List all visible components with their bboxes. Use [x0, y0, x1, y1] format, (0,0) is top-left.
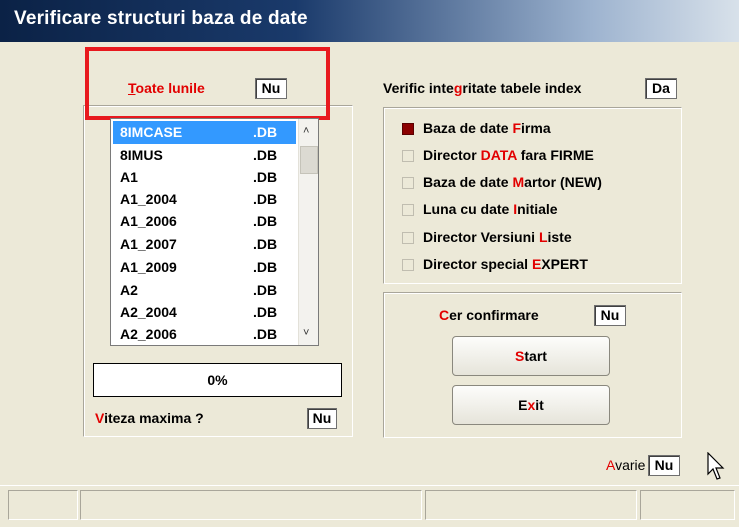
- title-bar: Verificare structuri baza de date: [0, 0, 739, 42]
- checkbox[interactable]: [402, 177, 414, 189]
- cer-confirmare-toggle[interactable]: Nu: [594, 305, 626, 326]
- integritate-toggle[interactable]: Da: [645, 78, 677, 99]
- option-label: Director special EXPERT: [423, 256, 588, 272]
- list-item[interactable]: A1_2007 .DB: [113, 233, 296, 256]
- checkbox[interactable]: [402, 204, 414, 216]
- status-segment: [640, 490, 735, 520]
- file-ext: .DB: [253, 213, 278, 229]
- option-hotkey: E: [531, 256, 542, 272]
- window-title: Verificare structuri baza de date: [14, 8, 308, 29]
- file-list[interactable]: 8IMCASE .DB 8IMUS .DB A1 .DB A1_2004 .DB A1_…: [110, 118, 319, 346]
- mouse-cursor-icon: [707, 452, 725, 480]
- viteza-rest: iteza maxima ?: [104, 410, 204, 426]
- file-ext: .DB: [253, 304, 278, 320]
- file-ext: .DB: [253, 147, 278, 163]
- option-post: nitiale: [517, 201, 558, 217]
- progress-box: 0%: [93, 363, 342, 397]
- list-item[interactable]: A1_2006 .DB: [113, 210, 296, 233]
- exit-post: it: [535, 397, 544, 413]
- option-label: Baza de date Martor (NEW): [423, 174, 602, 190]
- option-hotkey: F: [512, 120, 522, 136]
- option-hotkey: DATA: [480, 147, 517, 163]
- scroll-up-icon[interactable]: ˄: [303, 125, 309, 137]
- file-name: 8IMUS: [120, 147, 163, 163]
- checkbox-checked[interactable]: [402, 123, 414, 135]
- option-post: iste: [547, 229, 572, 245]
- file-ext: .DB: [253, 259, 278, 275]
- integritate-pre: Verific inte: [383, 80, 454, 96]
- file-ext: .DB: [253, 169, 278, 185]
- exit-button[interactable]: Exit: [452, 385, 610, 425]
- list-scrollbar[interactable]: ˄ ˅: [298, 119, 318, 345]
- checkbox[interactable]: [402, 232, 414, 244]
- list-item[interactable]: A2 .DB: [113, 279, 296, 302]
- option-post: irma: [521, 120, 551, 136]
- viteza-hotkey: V: [95, 410, 105, 426]
- option-hotkey: M: [512, 174, 525, 190]
- cer-confirmare-label: Cer confirmare: [439, 307, 539, 323]
- file-ext: .DB: [253, 326, 278, 342]
- option-label: Baza de date Firma: [423, 120, 551, 136]
- option-pre: Luna cu date: [423, 201, 514, 217]
- file-ext: .DB: [253, 191, 278, 207]
- option-label: Director Versiuni Liste: [423, 229, 572, 245]
- file-name: A1: [120, 169, 138, 185]
- option-pre: Director Versiuni: [423, 229, 539, 245]
- option-pre: Baza de date: [423, 120, 513, 136]
- file-name: A2: [120, 282, 138, 298]
- cer-confirmare-hotkey: C: [439, 307, 450, 323]
- viteza-toggle[interactable]: Nu: [307, 408, 337, 429]
- avarie-label: Avarie: [606, 457, 645, 473]
- start-hotkey: S: [515, 348, 525, 364]
- file-name: A2_2006: [120, 326, 177, 342]
- status-bar: [0, 485, 739, 527]
- file-ext: .DB: [253, 124, 278, 140]
- file-name: A1_2007: [120, 236, 177, 252]
- file-ext: .DB: [253, 236, 278, 252]
- status-segment: [80, 490, 422, 520]
- start-rest: tart: [524, 348, 547, 364]
- option-hotkey: L: [538, 229, 548, 245]
- avarie-rest: varie: [615, 457, 646, 473]
- status-segment: [8, 490, 78, 520]
- option-pre: Director: [423, 147, 481, 163]
- option-label: Luna cu date Initiale: [423, 201, 558, 217]
- list-item[interactable]: A2_2004 .DB: [113, 301, 296, 324]
- scroll-down-icon[interactable]: ˅: [303, 327, 309, 339]
- file-name: A1_2004: [120, 191, 177, 207]
- viteza-label: Viteza maxima ?: [95, 410, 204, 426]
- checkbox[interactable]: [402, 259, 414, 271]
- cer-confirmare-rest: er confirmare: [449, 307, 539, 323]
- highlight-box: [85, 47, 330, 120]
- list-item[interactable]: 8IMCASE .DB: [113, 121, 296, 144]
- file-name: 8IMCASE: [120, 124, 183, 140]
- checkbox[interactable]: [402, 150, 414, 162]
- integritate-label: Verific integritate tabele index: [383, 80, 581, 96]
- file-name: A2_2004: [120, 304, 177, 320]
- option-label: Director DATA fara FIRME: [423, 147, 594, 163]
- dialog-window: Verificare structuri baza de date Toate …: [0, 0, 739, 527]
- integritate-post: ritate tabele index: [462, 80, 582, 96]
- avarie-toggle[interactable]: Nu: [648, 455, 680, 476]
- start-button[interactable]: Start: [452, 336, 610, 376]
- option-pre: Director special: [423, 256, 532, 272]
- list-item[interactable]: A2_2006 .DB: [113, 323, 296, 346]
- list-item[interactable]: A1_2004 .DB: [113, 188, 296, 211]
- option-post: artor (NEW): [524, 174, 602, 190]
- list-item[interactable]: A1 .DB: [113, 166, 296, 189]
- list-item[interactable]: A1_2009 .DB: [113, 256, 296, 279]
- option-post: fara FIRME: [516, 147, 594, 163]
- list-item[interactable]: 8IMUS .DB: [113, 144, 296, 167]
- file-ext: .DB: [253, 282, 278, 298]
- option-pre: Baza de date: [423, 174, 513, 190]
- avarie-hotkey: A: [606, 457, 616, 473]
- file-name: A1_2009: [120, 259, 177, 275]
- option-post: XPERT: [541, 256, 588, 272]
- file-name: A1_2006: [120, 213, 177, 229]
- scroll-thumb[interactable]: [300, 146, 318, 174]
- status-segment: [425, 490, 637, 520]
